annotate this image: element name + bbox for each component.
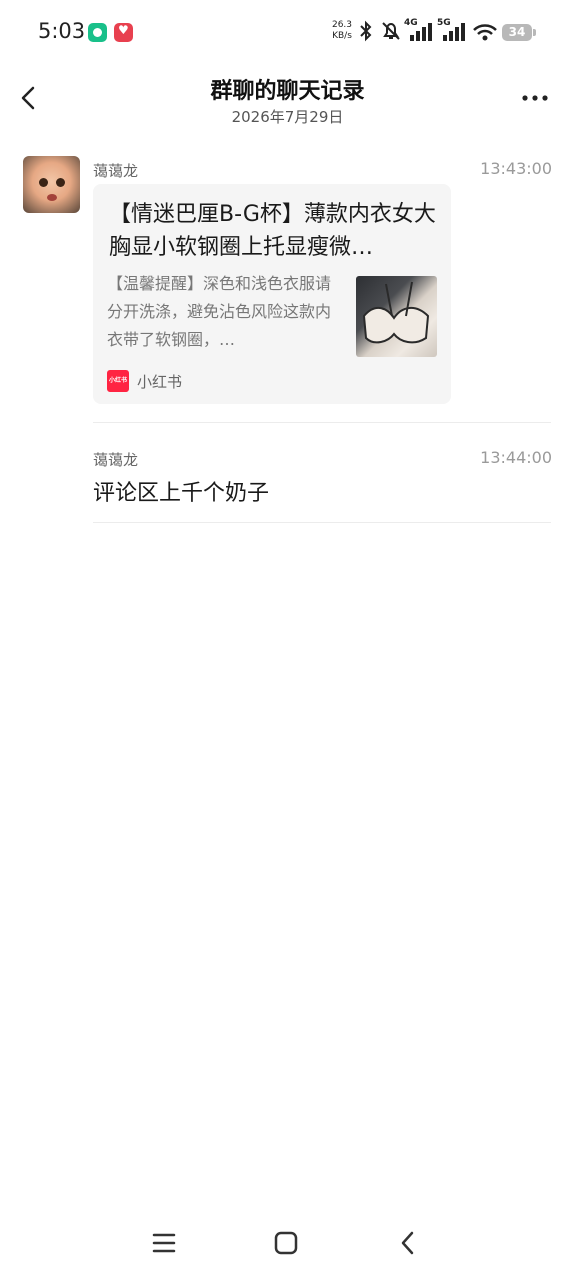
lingerie-thumbnail-icon xyxy=(362,281,430,344)
nav-back-icon[interactable] xyxy=(396,1228,420,1258)
message-time: 13:43:00 xyxy=(480,159,552,178)
avatar-eye xyxy=(39,178,48,187)
message-text: 评论区上千个奶子 xyxy=(93,481,270,506)
avatar[interactable] xyxy=(23,156,80,213)
shared-link-card[interactable]: 【情迷巴厘B-G杯】薄款内衣女大胸显小软钢圈上托显瘦微… 【温馨提醒】深色和浅色… xyxy=(93,184,451,404)
battery-indicator: 34 xyxy=(502,24,536,41)
more-options-icon[interactable] xyxy=(520,86,550,110)
card-thumbnail-image xyxy=(356,276,437,357)
avatar-mouth xyxy=(47,194,57,201)
network-speed: 26.3 KB/s xyxy=(331,20,353,42)
menu-icon[interactable] xyxy=(151,1228,177,1258)
bluetooth-icon xyxy=(360,20,372,42)
avatar-eye xyxy=(56,178,65,187)
divider xyxy=(93,422,551,423)
message-time: 13:44:00 xyxy=(480,448,552,467)
network-speed-unit: KB/s xyxy=(332,31,352,41)
message-sender: 蔼蔼龙 xyxy=(93,162,139,180)
app-notification-icon xyxy=(88,23,107,42)
xiaohongshu-logo-icon: 小红书 xyxy=(107,370,129,392)
status-time: 5:03 xyxy=(38,19,86,43)
message-sender: 蔼蔼龙 xyxy=(93,451,139,469)
card-description: 【温馨提醒】深色和浅色衣服请分开洗涤，避免沾色风险这款内衣带了软钢圈，… xyxy=(107,274,332,349)
page-date: 2026年7月29日 xyxy=(231,108,344,126)
signal-5g-icon xyxy=(443,23,465,41)
health-app-notification-icon xyxy=(114,23,133,42)
signal-4g-icon xyxy=(410,23,432,41)
home-icon[interactable] xyxy=(272,1228,300,1258)
card-title: 【情迷巴厘B-G杯】薄款内衣女大胸显小软钢圈上托显瘦微… xyxy=(109,202,436,260)
mute-bell-icon xyxy=(382,22,400,40)
divider xyxy=(93,522,551,523)
network-speed-value: 26.3 xyxy=(331,20,353,30)
page-title: 群聊的聊天记录 xyxy=(210,79,365,104)
wifi-icon xyxy=(473,24,497,41)
status-bar: 5:03 26.3 KB/s 4G 5G 34 xyxy=(0,0,575,64)
card-source: 小红书 xyxy=(137,373,183,391)
